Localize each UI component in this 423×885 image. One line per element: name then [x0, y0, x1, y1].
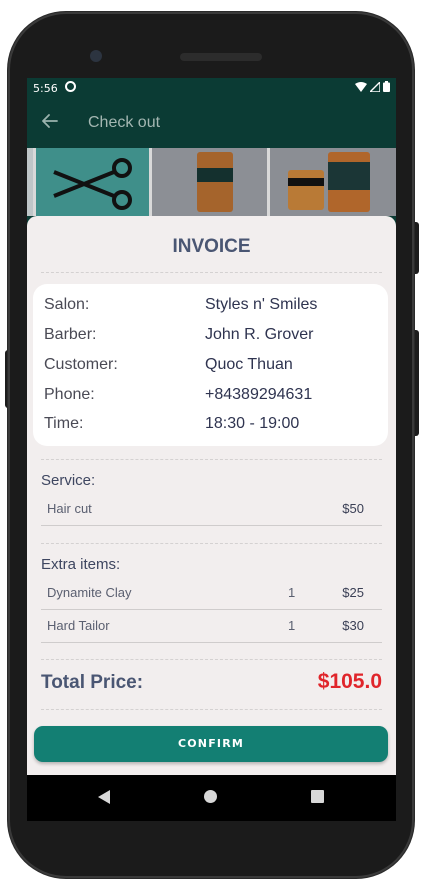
divider	[41, 272, 382, 273]
clay-jars-image	[270, 148, 396, 216]
confirm-button[interactable]: CONFIRM	[34, 726, 388, 762]
info-value: 18:30 - 19:00	[205, 415, 300, 432]
info-value: John R. Grover	[205, 326, 314, 343]
divider	[41, 543, 382, 544]
info-value: Quoc Thuan	[205, 356, 293, 373]
extra-item-row: Hard Tailor 1 $30	[41, 610, 382, 643]
total-price-value: $105.0	[317, 670, 382, 693]
extra-item-price: $25	[342, 585, 364, 600]
product-image	[27, 148, 36, 216]
service-name: Hair cut	[47, 501, 92, 516]
divider	[41, 659, 382, 660]
earpiece-speaker	[180, 53, 262, 61]
do-not-disturb-icon	[65, 81, 76, 92]
pomade-jar-image	[152, 148, 270, 216]
extra-items-section-title: Extra items:	[41, 556, 121, 573]
total-price-label: Total Price:	[41, 672, 144, 693]
extra-item-quantity: 1	[288, 618, 296, 633]
info-value: +84389294631	[205, 386, 313, 403]
status-icons	[355, 81, 390, 92]
extra-item-price: $30	[342, 618, 364, 633]
app-bar: Check out	[27, 100, 396, 148]
divider	[41, 459, 382, 460]
signal-icon	[370, 81, 380, 92]
service-section-title: Service:	[41, 472, 96, 489]
info-label: Barber:	[44, 326, 97, 343]
extra-item-name: Hard Tailor	[47, 618, 110, 633]
nav-back-icon[interactable]	[98, 790, 110, 804]
info-label: Salon:	[44, 296, 90, 313]
nav-recents-icon[interactable]	[311, 790, 324, 803]
scissors-image	[36, 148, 152, 216]
battery-icon	[383, 81, 390, 92]
info-label: Customer:	[44, 356, 118, 373]
divider	[41, 709, 382, 710]
service-price: $50	[342, 501, 364, 516]
wifi-icon	[355, 81, 367, 92]
invoice-title: INVOICE	[172, 236, 251, 257]
info-value: Styles n' Smiles	[205, 296, 318, 313]
booking-info-card: Salon: Styles n' Smiles Barber: John R. …	[33, 284, 388, 446]
system-nav-bar	[27, 775, 396, 821]
extra-item-row: Dynamite Clay 1 $25	[41, 577, 382, 610]
info-label: Time:	[44, 415, 84, 432]
nav-home-icon[interactable]	[204, 790, 217, 803]
status-bar: 5:56	[27, 78, 396, 100]
extra-item-name: Dynamite Clay	[47, 585, 132, 600]
product-image-strip	[27, 148, 396, 216]
back-arrow-icon[interactable]	[41, 112, 61, 132]
info-label: Phone:	[44, 386, 95, 403]
app-screen: 5:56 Check out INVOICE Salon: Styles n' …	[27, 78, 396, 775]
status-time: 5:56	[33, 82, 58, 95]
page-title: Check out	[88, 114, 161, 131]
service-row: Hair cut $50	[41, 493, 382, 526]
invoice-sheet: INVOICE Salon: Styles n' Smiles Barber: …	[27, 216, 396, 775]
extra-item-quantity: 1	[288, 585, 296, 600]
front-camera-icon	[90, 50, 102, 62]
